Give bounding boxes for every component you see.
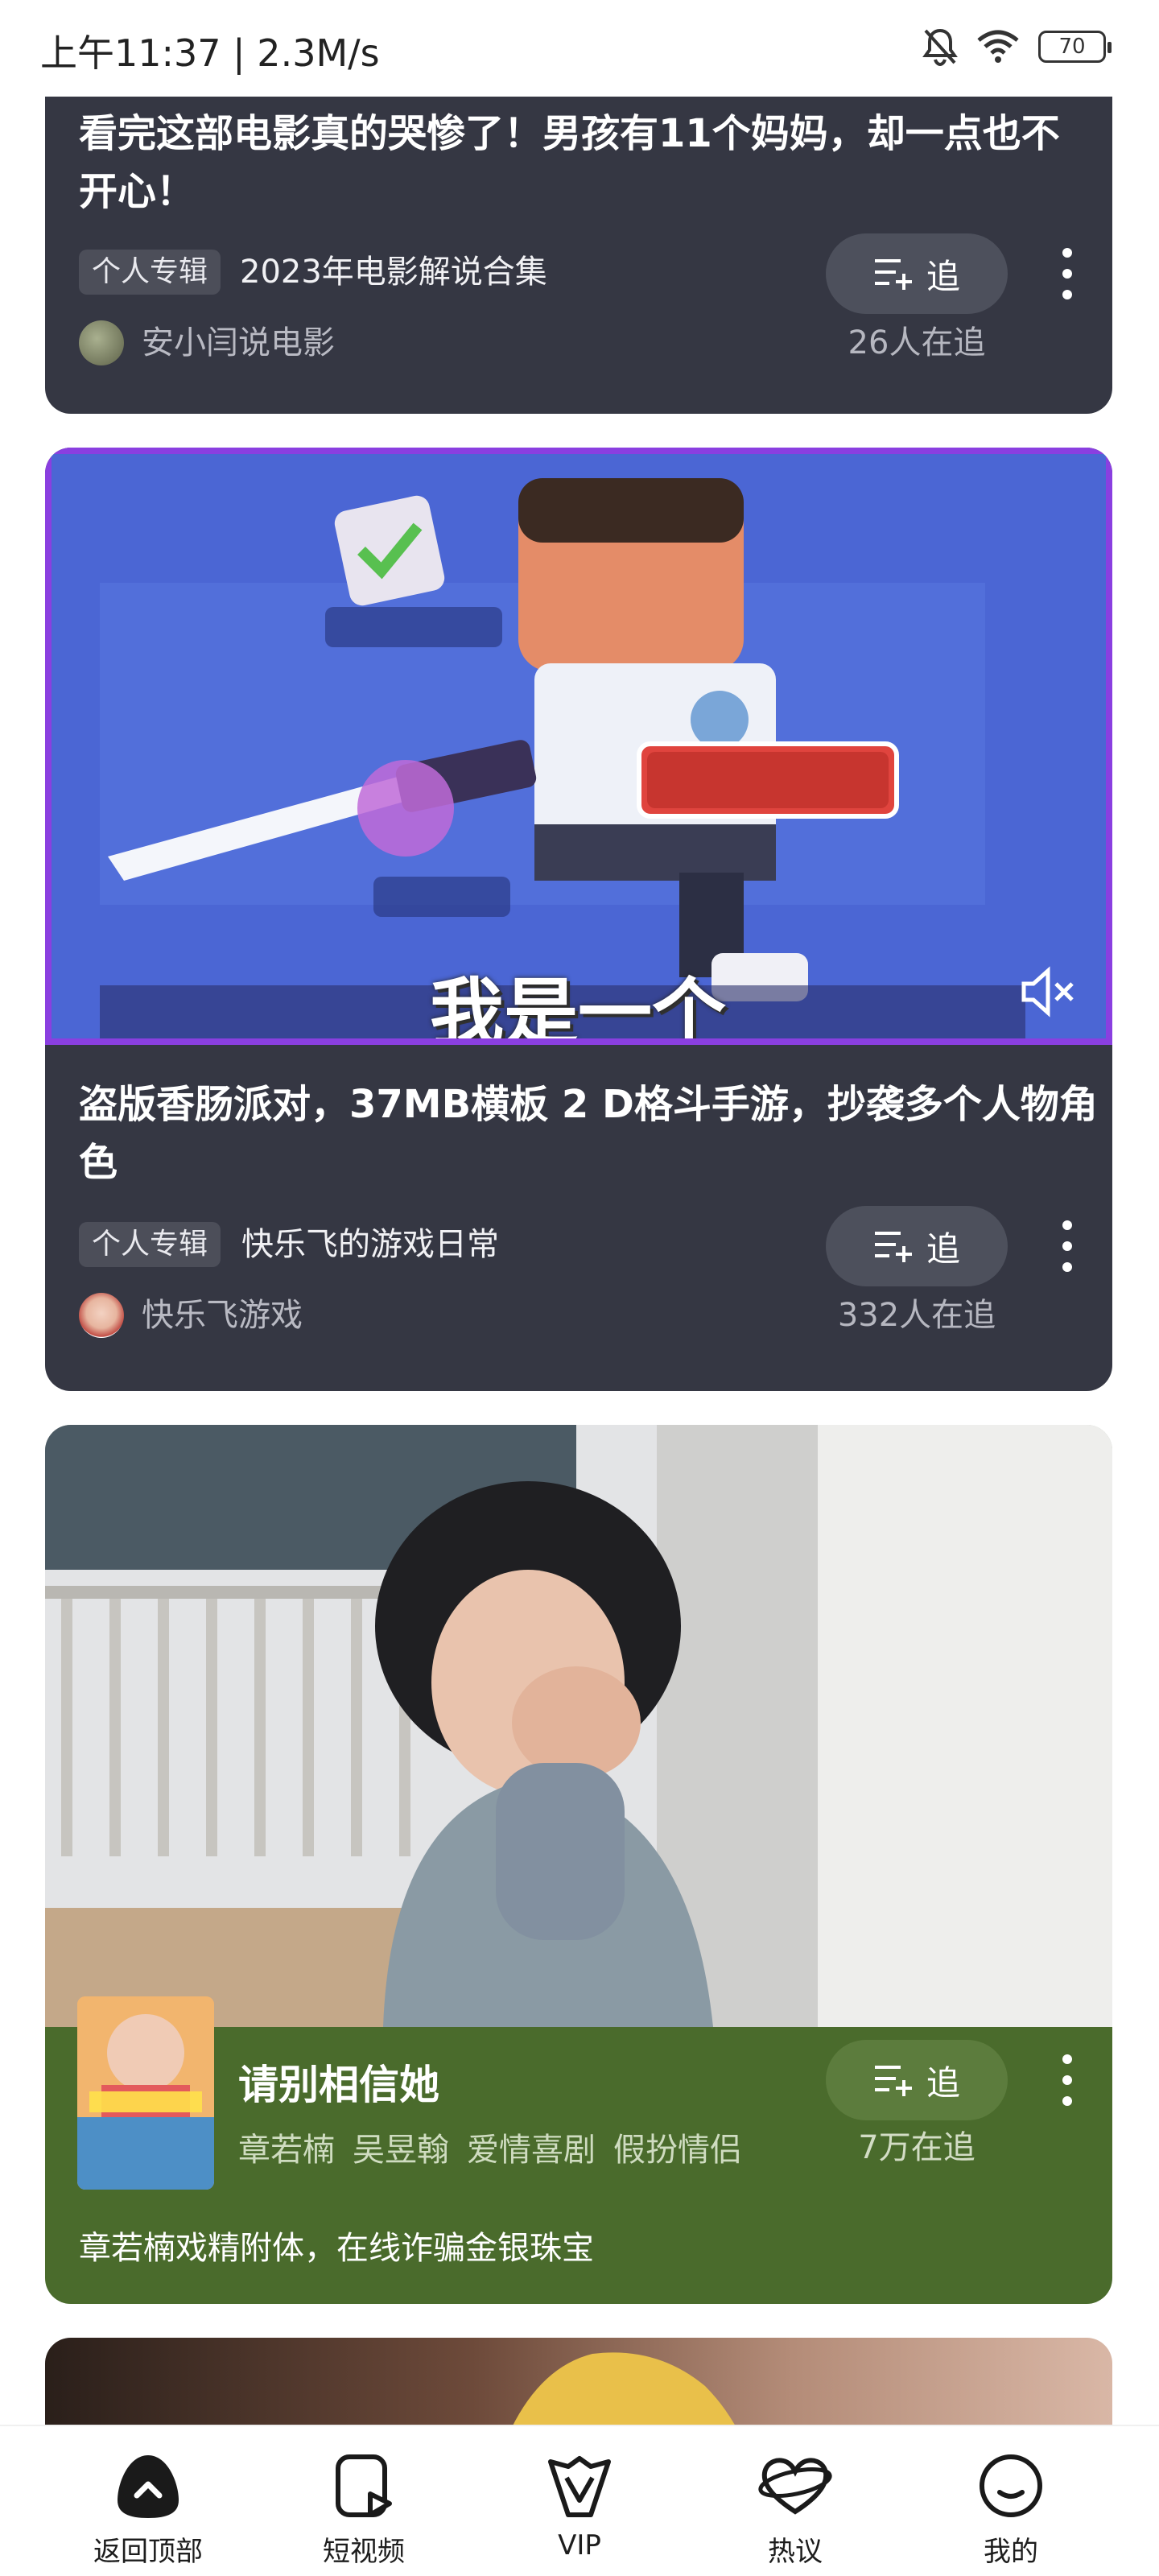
album-tag: 个人专辑: [79, 250, 221, 295]
drama-tag[interactable]: 爱情喜剧: [467, 2124, 596, 2170]
avatar[interactable]: [79, 1293, 124, 1338]
discussion-icon: [758, 2458, 832, 2515]
feed-card-movie[interactable]: 看完这部电影真的哭惨了！男孩有11个妈妈，却一点也不 开心！ 个人专辑 2023…: [45, 48, 1112, 414]
nav-back-to-top[interactable]: 返回顶部: [68, 2426, 229, 2569]
card-title-line1: 看完这部电影真的哭惨了！男孩有11个妈妈，却一点也不: [79, 111, 1060, 156]
drama-tag[interactable]: 假扮情侣: [613, 2124, 742, 2170]
nav-label: VIP: [558, 2529, 601, 2562]
follow-label: 追: [926, 2062, 960, 2103]
feed-card-game-video[interactable]: 我是一个 盗版香肠派对，37MB横板 2 D格斗手游，抄袭多个人物角 色 个人专…: [45, 448, 1112, 1391]
nav-profile[interactable]: 我的: [930, 2426, 1091, 2569]
status-icons: 70: [922, 27, 1112, 66]
nav-label: 我的: [984, 2536, 1038, 2568]
profile-icon: [980, 2454, 1042, 2517]
avatar[interactable]: [79, 320, 124, 365]
battery-indicator: 70: [1038, 31, 1112, 63]
author-name[interactable]: 快乐飞游戏: [142, 1293, 303, 1338]
nav-vip[interactable]: VIP: [499, 2426, 660, 2562]
video-illustration: [52, 454, 1106, 1038]
status-bar: 上午11:37 | 2.3M/s 70: [0, 0, 1159, 97]
card-title-line2: 色: [79, 1140, 118, 1185]
follow-label: 追: [926, 256, 960, 296]
card-title-line2: 开心！: [79, 169, 196, 214]
drama-title[interactable]: 请别相信她: [238, 2053, 439, 2111]
mute-bell-icon: [922, 28, 958, 66]
drama-tags: 章若楠 吴昱翰 爱情喜剧 假扮情侣: [238, 2124, 742, 2170]
drama-still-illustration: [45, 1425, 1112, 2027]
video-subtitle: 我是一个: [430, 970, 727, 1045]
follow-button[interactable]: 追: [826, 1206, 1008, 1286]
mute-icon[interactable]: [1019, 966, 1077, 1018]
page: 上午11:37 | 2.3M/s 70 看完这部电影真的哭惨了！男孩有11个妈妈…: [0, 0, 1159, 2576]
playlist-add-icon: [874, 259, 912, 290]
follow-button[interactable]: 追: [826, 2040, 1008, 2120]
follow-count: 332人在追: [837, 1297, 996, 1334]
more-options-icon[interactable]: [1043, 2040, 1091, 2120]
drama-tag[interactable]: 章若楠: [238, 2124, 335, 2170]
nav-label: 返回顶部: [93, 2536, 203, 2568]
nav-discussion[interactable]: 热议: [715, 2426, 876, 2569]
video-thumbnail[interactable]: 我是一个: [45, 448, 1112, 1045]
short-video-icon: [336, 2454, 392, 2517]
follow-label: 追: [926, 1228, 960, 1269]
nav-short-video[interactable]: 短视频: [283, 2426, 444, 2569]
collection-link[interactable]: 2023年电影解说合集: [240, 250, 547, 295]
drama-poster[interactable]: [77, 1996, 214, 2190]
playlist-add-icon: [874, 1232, 912, 1262]
wifi-icon: [977, 30, 1019, 63]
drama-description: 章若楠戏精附体，在线诈骗金银珠宝: [79, 2230, 594, 2267]
bottom-nav: 返回顶部 短视频 VIP 热议 我的: [0, 2425, 1159, 2576]
drama-still-image[interactable]: [45, 1425, 1112, 2027]
feed-card-drama[interactable]: 请别相信她 章若楠 吴昱翰 爱情喜剧 假扮情侣 追 7万在追 章若楠戏精附体，在…: [45, 1425, 1112, 2304]
author-name[interactable]: 安小闫说电影: [142, 320, 335, 365]
more-options-icon[interactable]: [1043, 1206, 1091, 1286]
follow-count: 26人在追: [848, 324, 986, 361]
card-title-line1: 盗版香肠派对，37MB横板 2 D格斗手游，抄袭多个人物角: [79, 1082, 1098, 1127]
nav-label: 短视频: [323, 2536, 405, 2568]
vip-icon: [548, 2456, 611, 2517]
status-time: 上午11:37 | 2.3M/s: [40, 31, 380, 75]
poster-illustration: [77, 1996, 214, 2190]
nav-label: 热议: [768, 2536, 823, 2568]
back-to-top-icon: [118, 2455, 179, 2518]
more-options-icon[interactable]: [1043, 233, 1091, 314]
follow-count: 7万在追: [858, 2129, 975, 2166]
drama-tag[interactable]: 吴昱翰: [353, 2124, 449, 2170]
playlist-add-icon: [874, 2066, 912, 2096]
album-tag: 个人专辑: [79, 1222, 221, 1267]
follow-button[interactable]: 追: [826, 233, 1008, 314]
collection-link[interactable]: 快乐飞的游戏日常: [241, 1222, 499, 1267]
